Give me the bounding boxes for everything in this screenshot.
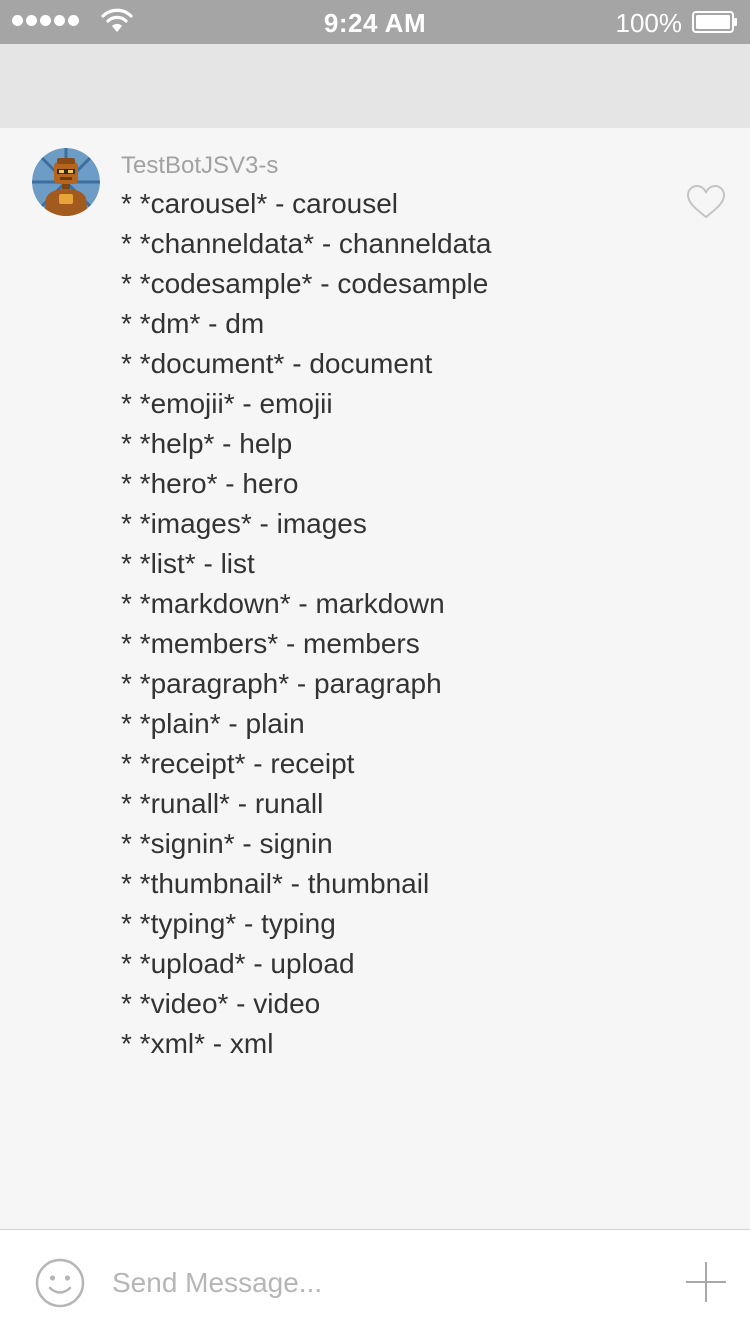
message-text: * *carousel* - carousel * *channeldata* … xyxy=(121,184,492,1064)
message-line: * *help* - help xyxy=(121,428,293,459)
message-line: * *emojii* - emojii xyxy=(121,388,333,419)
message-line: * *runall* - runall xyxy=(121,788,324,819)
plus-icon[interactable] xyxy=(684,1260,728,1304)
message-line: * *plain* - plain xyxy=(121,708,305,739)
navigation-bar xyxy=(0,44,750,128)
message-line: * *paragraph* - paragraph xyxy=(121,668,442,699)
message-line: * *upload* - upload xyxy=(121,948,355,979)
battery-icon xyxy=(692,11,737,33)
message-line: * *xml* - xml xyxy=(121,1028,274,1059)
message-line: * *thumbnail* - thumbnail xyxy=(121,868,430,899)
message-line: * *carousel* - carousel xyxy=(121,188,399,219)
status-bar: 9:24 AM 100% xyxy=(0,0,750,44)
message-line: * *list* - list xyxy=(121,548,255,579)
message-line: * *images* - images xyxy=(121,508,367,539)
message-line: * *document* - document xyxy=(121,348,433,379)
heart-icon[interactable] xyxy=(686,184,726,220)
message-line: * *typing* - typing xyxy=(121,908,336,939)
sender-name: TestBotJSV3-s xyxy=(121,152,279,179)
message-line: * *hero* - hero xyxy=(121,468,299,499)
message-input[interactable] xyxy=(110,1260,654,1306)
smiley-icon[interactable] xyxy=(34,1257,86,1309)
message-line: * *markdown* - markdown xyxy=(121,588,445,619)
message-line: * *dm* - dm xyxy=(121,308,265,339)
message-line: * *signin* - signin xyxy=(121,828,333,859)
message-line: * *video* - video xyxy=(121,988,321,1019)
message-line: * *members* - members xyxy=(121,628,420,659)
message-line: * *channeldata* - channeldata xyxy=(121,228,492,259)
chat-message: TestBotJSV3-s * *carousel* - carousel * … xyxy=(0,128,750,1228)
message-line: * *receipt* - receipt xyxy=(121,748,355,779)
robot-avatar-icon[interactable] xyxy=(32,148,100,216)
message-line: * *codesample* - codesample xyxy=(121,268,489,299)
message-composer xyxy=(0,1229,750,1334)
battery-percent: 100% xyxy=(615,8,683,38)
